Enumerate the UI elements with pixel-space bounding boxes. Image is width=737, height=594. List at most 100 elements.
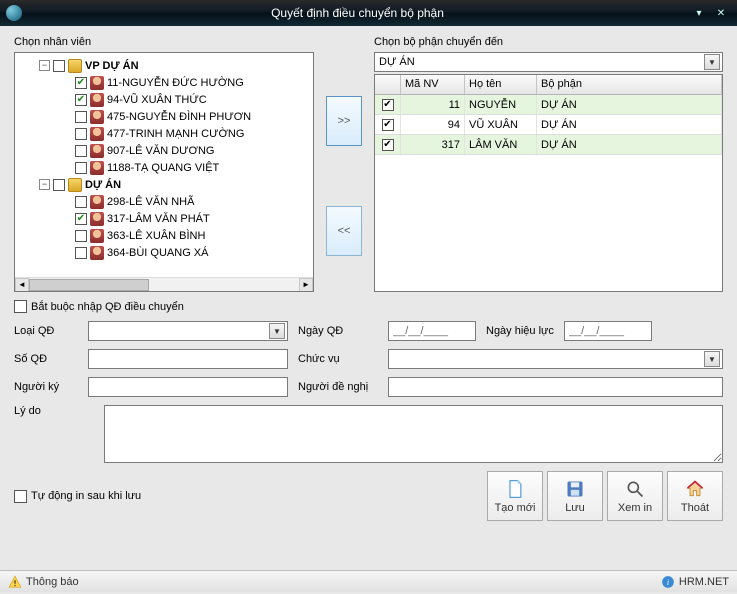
chucvu-combo[interactable]: ▼ xyxy=(388,349,723,369)
cell-hoten: VŨ XUÂN xyxy=(465,115,537,134)
close-button[interactable]: ✕ xyxy=(711,5,731,21)
nguoiky-input[interactable] xyxy=(88,377,288,397)
tree-group[interactable]: − DỰ ÁN xyxy=(17,176,314,193)
person-icon xyxy=(90,161,104,175)
grid-header-check xyxy=(375,75,401,94)
label-chucvu: Chức vụ xyxy=(298,353,378,365)
lydo-memo[interactable] xyxy=(104,405,723,463)
cell-hoten: NGUYỄN xyxy=(465,95,537,114)
selected-grid[interactable]: Mã NV Họ tên Bộ phận 11 NGUYỄN DỰ ÁN 94 … xyxy=(374,74,723,292)
exit-button[interactable]: Thoát xyxy=(667,471,723,521)
tree-item-label: 1188-TẠ QUANG VIỆT xyxy=(107,162,219,174)
table-row[interactable]: 94 VŨ XUÂN DỰ ÁN xyxy=(375,115,722,135)
home-icon xyxy=(685,479,705,499)
label-soqd: Số QĐ xyxy=(14,353,78,365)
collapse-icon[interactable]: − xyxy=(39,179,50,190)
tree-item-label: 364-BÙI QUANG XÁ xyxy=(107,247,208,259)
scroll-right-arrow[interactable]: ► xyxy=(299,278,313,292)
tree-item-label: 907-LÊ VĂN DƯƠNG xyxy=(107,145,214,157)
dept-combo-value: DỰ ÁN xyxy=(379,56,415,68)
chevron-down-icon[interactable]: ▼ xyxy=(269,323,285,339)
nguoidenghi-input[interactable] xyxy=(388,377,723,397)
label-nguoidenghi: Người đề nghị xyxy=(298,381,378,393)
tree-item-label: 94-VŨ XUÂN THỨC xyxy=(107,94,207,106)
tree-item[interactable]: 477-TRINH MẠNH CƯỜNG xyxy=(17,125,314,142)
ngayhieuluc-input[interactable] xyxy=(564,321,652,341)
tree-item[interactable]: 475-NGUYỄN ĐÌNH PHƯƠN xyxy=(17,108,314,125)
scroll-thumb[interactable] xyxy=(29,279,149,291)
chevron-down-icon[interactable]: ▼ xyxy=(704,351,720,367)
tree-item-label: 363-LÊ XUÂN BÌNH xyxy=(107,230,205,242)
label-loaiqd: Loại QĐ xyxy=(14,325,78,337)
chevron-down-icon[interactable]: ▼ xyxy=(704,54,720,70)
row-checkbox[interactable] xyxy=(382,99,394,111)
tree-checkbox[interactable] xyxy=(75,128,87,140)
tree-checkbox[interactable] xyxy=(75,230,87,242)
new-button[interactable]: Tạo mới xyxy=(487,471,543,521)
ngayqd-input[interactable] xyxy=(388,321,476,341)
cell-manv: 317 xyxy=(401,135,465,154)
tree-checkbox[interactable] xyxy=(53,60,65,72)
tree-item[interactable]: 94-VŨ XUÂN THỨC xyxy=(17,91,314,108)
tree-item[interactable]: 298-LÊ VĂN NHÃ xyxy=(17,193,314,210)
window-title: Quyết định điều chuyển bộ phận xyxy=(28,6,687,20)
tree-group[interactable]: − VP DỰ ÁN xyxy=(17,57,314,74)
scroll-left-arrow[interactable]: ◄ xyxy=(15,278,29,292)
file-icon xyxy=(505,479,525,499)
autoprint-check[interactable] xyxy=(14,490,27,503)
tree-checkbox[interactable] xyxy=(75,213,87,225)
cell-bophan: DỰ ÁN xyxy=(537,95,722,114)
folder-icon xyxy=(68,178,82,192)
tree-checkbox[interactable] xyxy=(75,94,87,106)
dept-combo[interactable]: DỰ ÁN ▼ xyxy=(374,52,723,72)
person-icon xyxy=(90,229,104,243)
status-right: HRM.NET xyxy=(679,576,729,588)
cell-hoten: LÂM VĂN xyxy=(465,135,537,154)
move-left-button[interactable]: << xyxy=(326,206,362,256)
autoprint-label: Tự động in sau khi lưu xyxy=(31,490,141,502)
person-icon xyxy=(90,127,104,141)
cell-manv: 11 xyxy=(401,95,465,114)
tree-item[interactable]: 907-LÊ VĂN DƯƠNG xyxy=(17,142,314,159)
tree-item-label: 298-LÊ VĂN NHÃ xyxy=(107,196,194,208)
label-lydo: Lý do xyxy=(14,405,78,417)
label-ngayhieuluc: Ngày hiệu lực xyxy=(486,325,554,337)
tree-checkbox[interactable] xyxy=(75,145,87,157)
tree-checkbox[interactable] xyxy=(75,247,87,259)
grid-header-hoten: Họ tên xyxy=(465,75,537,94)
person-icon xyxy=(90,76,104,90)
row-checkbox[interactable] xyxy=(382,139,394,151)
table-row[interactable]: 11 NGUYỄN DỰ ÁN xyxy=(375,95,722,115)
choose-employee-label: Chọn nhân viên xyxy=(14,36,314,48)
person-icon xyxy=(90,144,104,158)
preview-button[interactable]: Xem in xyxy=(607,471,663,521)
employee-tree[interactable]: − VP DỰ ÁN 11-NGUYỄN ĐỨC HƯỜNG 94-VŨ XUÂ… xyxy=(14,52,314,292)
save-button[interactable]: Lưu xyxy=(547,471,603,521)
horizontal-scrollbar[interactable]: ◄ ► xyxy=(15,277,313,291)
cell-bophan: DỰ ÁN xyxy=(537,115,722,134)
tree-item[interactable]: 317-LÂM VĂN PHÁT xyxy=(17,210,314,227)
tree-checkbox[interactable] xyxy=(53,179,65,191)
collapse-icon[interactable]: − xyxy=(39,60,50,71)
tree-item[interactable]: 11-NGUYỄN ĐỨC HƯỜNG xyxy=(17,74,314,91)
mandatory-check[interactable] xyxy=(14,300,27,313)
tree-item[interactable]: 364-BÙI QUANG XÁ xyxy=(17,244,314,261)
disk-icon xyxy=(565,479,585,499)
person-icon xyxy=(90,195,104,209)
move-right-button[interactable]: >> xyxy=(326,96,362,146)
table-row[interactable]: 317 LÂM VĂN DỰ ÁN xyxy=(375,135,722,155)
tree-item[interactable]: 1188-TẠ QUANG VIỆT xyxy=(17,159,314,176)
tree-item[interactable]: 363-LÊ XUÂN BÌNH xyxy=(17,227,314,244)
tree-checkbox[interactable] xyxy=(75,111,87,123)
minimize-button[interactable]: ▾ xyxy=(689,5,709,21)
tree-checkbox[interactable] xyxy=(75,77,87,89)
tree-item-label: 317-LÂM VĂN PHÁT xyxy=(107,213,210,225)
row-checkbox[interactable] xyxy=(382,119,394,131)
tree-checkbox[interactable] xyxy=(75,162,87,174)
tree-checkbox[interactable] xyxy=(75,196,87,208)
soqd-input[interactable] xyxy=(88,349,288,369)
person-icon xyxy=(90,93,104,107)
tree-group-label: VP DỰ ÁN xyxy=(85,60,139,72)
warning-icon xyxy=(8,575,22,589)
loaiqd-combo[interactable]: ▼ xyxy=(88,321,288,341)
